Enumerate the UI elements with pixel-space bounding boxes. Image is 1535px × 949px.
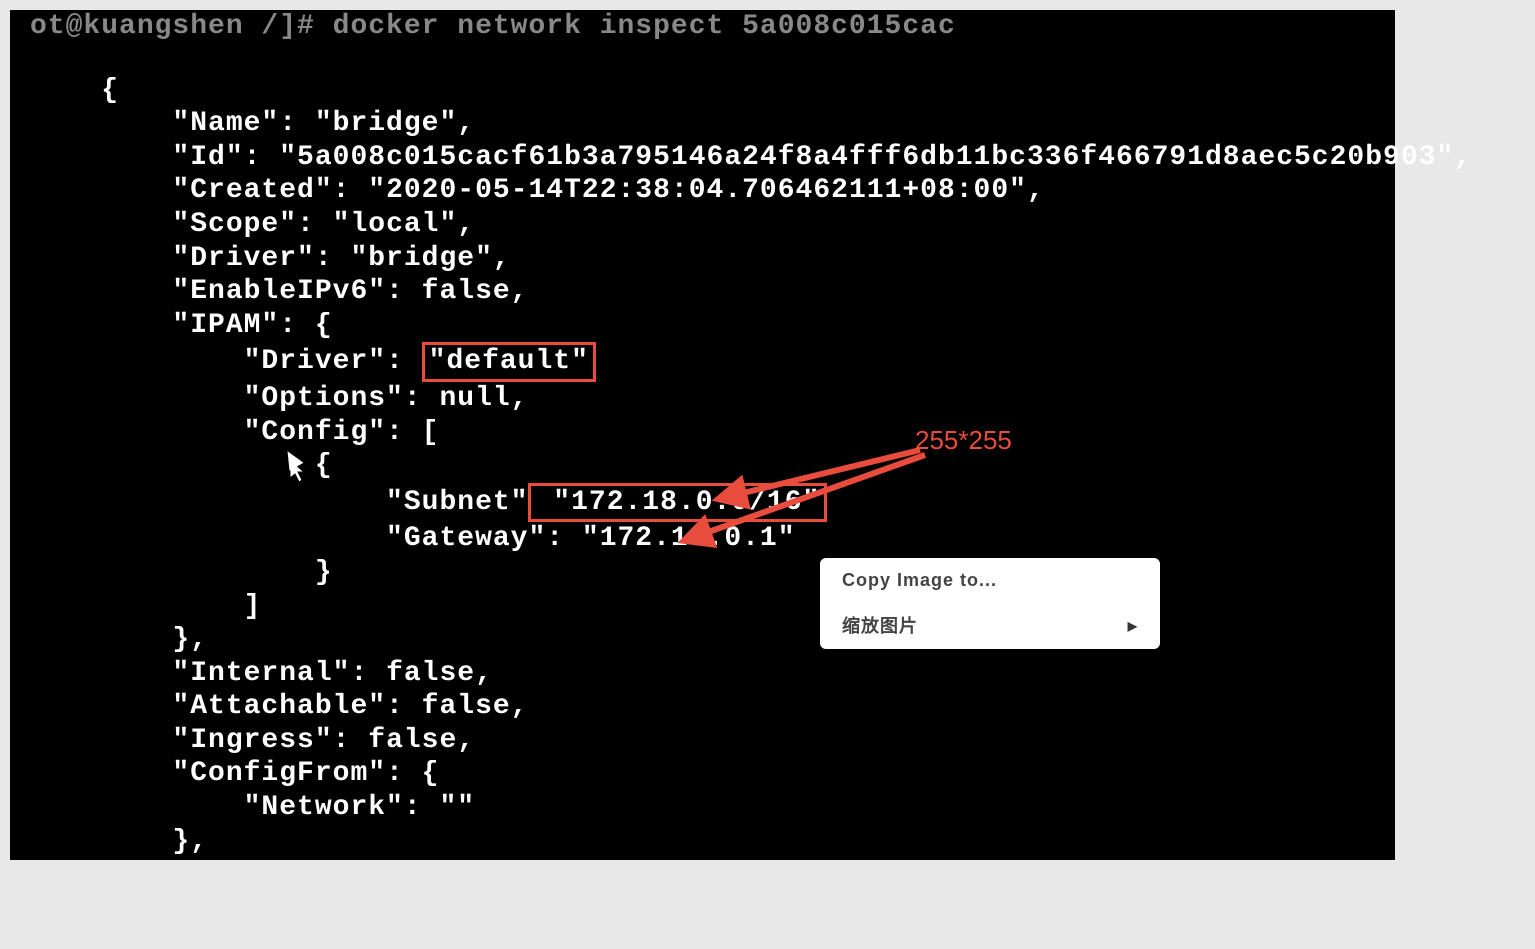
- json-line-ipam-options: "Options": null,: [30, 382, 1375, 416]
- context-menu-item-label: 缩放图片: [842, 616, 918, 638]
- json-line-ingress: "Ingress": false,: [30, 724, 1375, 758]
- context-menu-copy-image[interactable]: Copy Image to...: [820, 558, 1160, 604]
- json-line-ipam-close: },: [30, 623, 1375, 657]
- json-line-ipam-config: "Config": [: [30, 416, 1375, 450]
- json-line-internal: "Internal": false,: [30, 657, 1375, 691]
- context-menu-zoom-image[interactable]: 缩放图片 ▶: [820, 604, 1160, 650]
- highlighted-subnet: "172.18.0.0/16": [528, 483, 827, 523]
- command-prompt-line: ot@kuangshen /]# docker network inspect …: [30, 10, 1375, 44]
- json-line-config-open: {: [30, 449, 1375, 483]
- json-line-scope: "Scope": "local",: [30, 208, 1375, 242]
- json-line-ipam-driver: "Driver": "default": [30, 342, 1375, 382]
- annotation-255x255: 255*255: [915, 425, 1012, 456]
- json-line-id: "Id": "5a008c015cacf61b3a795146a24f8a4ff…: [30, 141, 1375, 175]
- json-line-subnet: "Subnet" "172.18.0.0/16": [30, 483, 1375, 523]
- json-line-ipam: "IPAM": {: [30, 309, 1375, 343]
- json-line-enableipv6: "EnableIPv6": false,: [30, 275, 1375, 309]
- json-line-configfrom: "ConfigFrom": {: [30, 757, 1375, 791]
- json-brace: {: [30, 74, 1375, 108]
- json-line-gateway: "Gateway": "172.18.0.1": [30, 522, 1375, 556]
- json-line-name: "Name": "bridge",: [30, 107, 1375, 141]
- context-menu-item-label: Copy Image to...: [842, 570, 997, 592]
- highlighted-default: "default": [422, 342, 596, 382]
- json-line-configfrom-close: },: [30, 825, 1375, 859]
- json-line-driver: "Driver": "bridge",: [30, 242, 1375, 276]
- json-line-config-close: }: [30, 556, 1375, 590]
- json-line-array-close: ]: [30, 590, 1375, 624]
- context-menu: Copy Image to... 缩放图片 ▶: [820, 558, 1160, 649]
- json-line-created: "Created": "2020-05-14T22:38:04.70646211…: [30, 174, 1375, 208]
- json-line-network: "Network": "": [30, 791, 1375, 825]
- terminal-window: ot@kuangshen /]# docker network inspect …: [10, 10, 1395, 860]
- prompt-text: ot@kuangshen /]# docker network inspect …: [30, 11, 956, 42]
- chevron-right-icon: ▶: [1128, 619, 1138, 633]
- json-line-attachable: "Attachable": false,: [30, 690, 1375, 724]
